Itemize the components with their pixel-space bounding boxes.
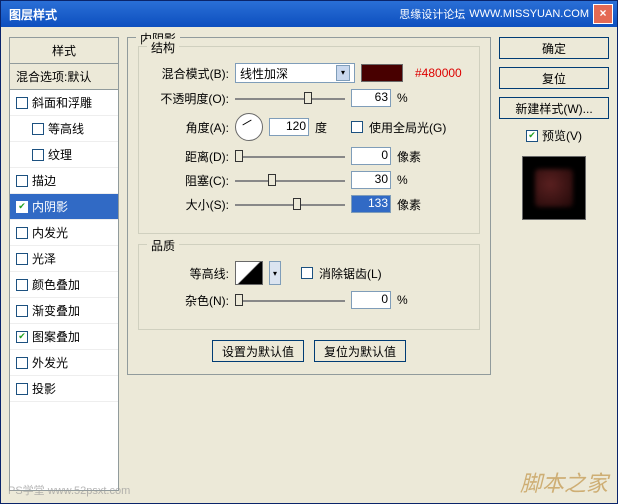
contour-picker[interactable] [235, 261, 263, 285]
sidebar-item-label: 等高线 [48, 120, 84, 137]
style-checkbox[interactable] [16, 175, 28, 187]
sidebar-item-label: 外发光 [32, 354, 68, 371]
sidebar-item-label: 描边 [32, 172, 56, 189]
size-slider[interactable] [235, 200, 345, 208]
sidebar-item-3[interactable]: 描边 [10, 168, 118, 194]
sidebar-item-9[interactable]: ✔ 图案叠加 [10, 324, 118, 350]
antialias-label: 消除锯齿(L) [319, 265, 382, 282]
titlebar: 图层样式 思缘设计论坛 WWW.MISSYUAN.COM × [1, 1, 617, 27]
size-label: 大小(S): [149, 196, 229, 213]
sidebar-item-6[interactable]: 光泽 [10, 246, 118, 272]
opacity-label: 不透明度(O): [149, 90, 229, 107]
angle-unit: 度 [315, 119, 345, 136]
choke-label: 阻塞(C): [149, 172, 229, 189]
sidebar-item-label: 颜色叠加 [32, 276, 80, 293]
blend-mode-select[interactable]: 线性加深 ▾ [235, 63, 355, 83]
sidebar-item-label: 斜面和浮雕 [32, 94, 92, 111]
style-list: 样式 混合选项:默认 斜面和浮雕等高线纹理描边 ✔ 内阴影内发光光泽颜色叠加渐变叠加… [9, 37, 119, 491]
forum-url: WWW.MISSYUAN.COM [469, 8, 589, 20]
main-panel: 内阴影 结构 混合模式(B): 线性加深 ▾ #480000 不透明度(O): [119, 37, 499, 491]
choke-input[interactable]: 30 [351, 171, 391, 189]
contour-chevron-icon[interactable]: ▾ [269, 261, 281, 285]
sidebar-item-1[interactable]: 等高线 [10, 116, 118, 142]
sidebar-item-11[interactable]: 投影 [10, 376, 118, 402]
distance-input[interactable]: 0 [351, 147, 391, 165]
style-checkbox[interactable] [16, 97, 28, 109]
global-light-checkbox[interactable] [351, 121, 363, 133]
antialias-checkbox[interactable] [301, 267, 313, 279]
sidebar-item-label: 内阴影 [32, 198, 68, 215]
sidebar-item-10[interactable]: 外发光 [10, 350, 118, 376]
opacity-slider[interactable] [235, 94, 345, 102]
structure-group: 结构 混合模式(B): 线性加深 ▾ #480000 不透明度(O): 6 [138, 46, 480, 234]
blend-mode-value: 线性加深 [240, 65, 288, 82]
style-checkbox[interactable] [32, 123, 44, 135]
sidebar-item-0[interactable]: 斜面和浮雕 [10, 90, 118, 116]
quality-group: 品质 等高线: ▾ 消除锯齿(L) 杂色(N): 0 % [138, 244, 480, 330]
sidebar-item-4[interactable]: ✔ 内阴影 [10, 194, 118, 220]
blending-options-item[interactable]: 混合选项:默认 [10, 64, 118, 90]
reset-default-button[interactable]: 复位为默认值 [314, 340, 406, 362]
preview-thumbnail [522, 156, 586, 220]
structure-title: 结构 [147, 39, 179, 56]
sidebar-header[interactable]: 样式 [10, 38, 118, 64]
angle-dial[interactable] [235, 113, 263, 141]
sidebar-item-label: 内发光 [32, 224, 68, 241]
sidebar-item-7[interactable]: 颜色叠加 [10, 272, 118, 298]
sidebar-item-label: 图案叠加 [32, 328, 80, 345]
close-icon[interactable]: × [593, 4, 613, 24]
window-title: 图层样式 [5, 6, 399, 23]
distance-label: 距离(D): [149, 148, 229, 165]
choke-unit: % [397, 173, 427, 187]
style-checkbox[interactable]: ✔ [16, 201, 28, 213]
distance-unit: 像素 [397, 148, 427, 165]
color-hex: #480000 [415, 66, 462, 80]
sidebar-item-8[interactable]: 渐变叠加 [10, 298, 118, 324]
new-style-button[interactable]: 新建样式(W)... [499, 97, 609, 119]
sidebar-item-label: 投影 [32, 380, 56, 397]
contour-label: 等高线: [149, 265, 229, 282]
style-checkbox[interactable] [32, 149, 44, 161]
preview-label: 预览(V) [542, 127, 582, 144]
global-light-label: 使用全局光(G) [369, 119, 446, 136]
sidebar-item-5[interactable]: 内发光 [10, 220, 118, 246]
quality-title: 品质 [147, 237, 179, 254]
opacity-unit: % [397, 91, 427, 105]
noise-label: 杂色(N): [149, 292, 229, 309]
preview-checkbox[interactable]: ✔ [526, 130, 538, 142]
size-unit: 像素 [397, 196, 427, 213]
sidebar-item-label: 渐变叠加 [32, 302, 80, 319]
angle-label: 角度(A): [149, 119, 229, 136]
sidebar-item-label: 纹理 [48, 146, 72, 163]
distance-slider[interactable] [235, 152, 345, 160]
sidebar-item-label: 光泽 [32, 250, 56, 267]
angle-input[interactable]: 120 [269, 118, 309, 136]
cancel-button[interactable]: 复位 [499, 67, 609, 89]
shadow-color-swatch[interactable] [361, 64, 403, 82]
noise-slider[interactable] [235, 296, 345, 304]
style-checkbox[interactable] [16, 253, 28, 265]
style-checkbox[interactable] [16, 305, 28, 317]
chevron-down-icon: ▾ [336, 65, 350, 81]
style-checkbox[interactable] [16, 357, 28, 369]
noise-input[interactable]: 0 [351, 291, 391, 309]
style-checkbox[interactable] [16, 227, 28, 239]
forum-name: 思缘设计论坛 [399, 6, 465, 22]
ok-button[interactable]: 确定 [499, 37, 609, 59]
right-panel: 确定 复位 新建样式(W)... ✔ 预览(V) [499, 37, 609, 491]
style-checkbox[interactable]: ✔ [16, 331, 28, 343]
sidebar-item-2[interactable]: 纹理 [10, 142, 118, 168]
make-default-button[interactable]: 设置为默认值 [212, 340, 304, 362]
style-checkbox[interactable] [16, 279, 28, 291]
noise-unit: % [397, 293, 427, 307]
inner-shadow-fieldset: 内阴影 结构 混合模式(B): 线性加深 ▾ #480000 不透明度(O): [127, 37, 491, 375]
size-input[interactable]: 133 [351, 195, 391, 213]
opacity-input[interactable]: 63 [351, 89, 391, 107]
blend-mode-label: 混合模式(B): [149, 65, 229, 82]
layer-style-dialog: 图层样式 思缘设计论坛 WWW.MISSYUAN.COM × 样式 混合选项:默… [0, 0, 618, 504]
style-checkbox[interactable] [16, 383, 28, 395]
choke-slider[interactable] [235, 176, 345, 184]
